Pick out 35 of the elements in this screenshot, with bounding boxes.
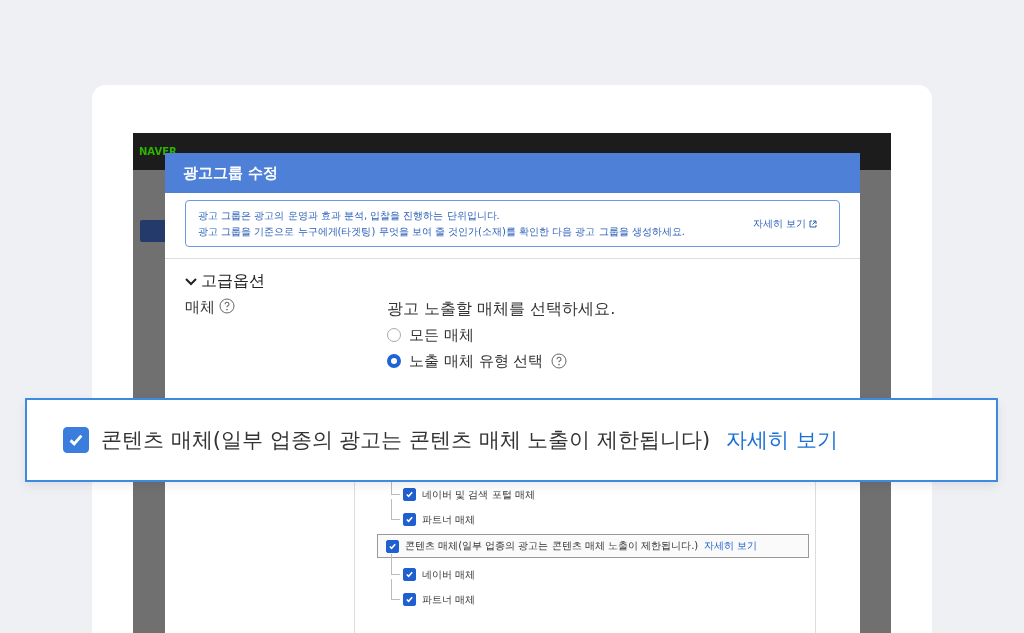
radio-label: 모든 매체 — [409, 325, 474, 345]
sidebar-button[interactable] — [140, 220, 168, 242]
external-link-icon — [809, 219, 817, 228]
checkbox[interactable] — [403, 488, 416, 501]
checkbox[interactable] — [63, 427, 89, 453]
option-label: 콘텐츠 매체(일부 업종의 광고는 콘텐츠 매체 노출이 제한됩니다.) — [405, 539, 699, 553]
check-icon — [405, 595, 414, 604]
notice-text: 광고 그룹을 기준으로 누구에게(타겟팅) 무엇을 보여 줄 것인가(소재)를 확인한 다음 광고 그룹을 생성하세요. — [198, 224, 685, 239]
modal-title: 광고그룹 수정 — [183, 163, 279, 183]
option-label: 네이버 및 검색 포털 매체 — [422, 487, 535, 502]
radio-button[interactable] — [387, 354, 401, 368]
prompt-text: 광고 노출할 매체를 선택하세요. — [387, 298, 616, 320]
details-link[interactable]: 자세히 보기 — [726, 426, 838, 454]
chevron-icon — [185, 276, 197, 287]
option-label: 네이버 매체 — [422, 567, 476, 582]
checkbox[interactable] — [403, 593, 416, 606]
radio-label: 노출 매체 유형 선택 — [409, 351, 544, 371]
checkbox[interactable] — [403, 568, 416, 581]
checkbox[interactable] — [386, 539, 399, 553]
check-icon — [405, 490, 414, 499]
field-label: 매체 — [185, 298, 215, 317]
check-icon — [405, 570, 414, 579]
help-icon[interactable] — [551, 353, 568, 369]
option-label: 파트너 매체 — [422, 592, 476, 607]
option-label: 콘텐츠 매체(일부 업종의 광고는 콘텐츠 매체 노출이 제한됩니다) — [101, 427, 711, 454]
section-toggle[interactable]: 고급옵션 — [185, 271, 265, 292]
check-icon — [388, 541, 397, 551]
check-icon — [405, 515, 414, 524]
details-link[interactable]: 자세히 보기 — [752, 216, 817, 231]
details-link[interactable]: 자세히 보기 — [704, 539, 758, 553]
help-icon[interactable] — [219, 298, 235, 314]
option-label: 파트너 매체 — [422, 512, 476, 527]
radio-button[interactable] — [387, 328, 401, 342]
checkbox[interactable] — [403, 513, 416, 526]
notice-text: 광고 그룹은 광고의 운영과 효과 분석, 입찰을 진행하는 단위입니다. — [198, 208, 501, 223]
